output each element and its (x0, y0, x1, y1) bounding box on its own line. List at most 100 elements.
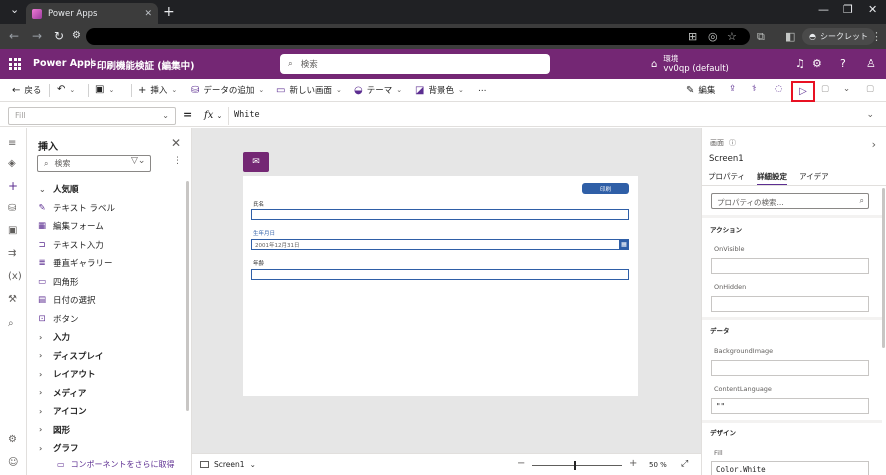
tab-list-icon[interactable]: ⌄ (10, 3, 19, 16)
birthdate-picker[interactable]: 2001年12月31日 (251, 239, 621, 250)
insert-category[interactable]: › 入力 (27, 328, 185, 347)
brand-name[interactable]: Power Apps (33, 58, 96, 69)
insert-category[interactable]: › 図形 (27, 421, 185, 440)
publish-icon[interactable]: ▢ (866, 84, 874, 94)
save-icon[interactable]: ▢ (821, 84, 829, 94)
insert-item[interactable]: ⊡ ボタン (27, 310, 185, 329)
help-icon[interactable]: ⓘ (729, 138, 736, 148)
extensions-icon[interactable]: ⧉ (757, 30, 765, 44)
edit-button[interactable]: ✎ 編集 (686, 84, 715, 97)
new-screen-button[interactable]: ▭ 新しい画面 ⌄ (276, 84, 342, 97)
add-comment-button[interactable]: ✉ (243, 152, 269, 172)
backgroundimage-input[interactable] (711, 360, 869, 376)
bookmark-star-icon[interactable]: ☆ (727, 30, 737, 43)
onvisible-input[interactable] (711, 258, 869, 274)
tree-view-icon[interactable]: ≡ (8, 138, 16, 149)
name-input[interactable] (251, 209, 629, 220)
insert-category[interactable]: › メディア (27, 384, 185, 403)
function-picker[interactable]: fx ⌄ (198, 107, 230, 125)
property-dropdown[interactable]: Fill ⌄ (8, 107, 176, 125)
back-arrow-icon[interactable]: ← (9, 29, 19, 43)
insert-pane-scrollbar[interactable] (186, 181, 189, 411)
app-checker-icon[interactable]: ⚕ (752, 84, 757, 94)
insert-item[interactable]: ▤ 日付の選択 (27, 291, 185, 310)
layers-icon[interactable]: ◈ (8, 158, 16, 169)
close-icon[interactable]: ✕ (171, 136, 181, 150)
add-data-button[interactable]: ⛁ データの追加 ⌄ (191, 84, 264, 97)
insert-category[interactable]: › レイアウト (27, 365, 185, 384)
background-color-button[interactable]: ◪ 背景色 ⌄ (415, 84, 464, 97)
zoom-in-button[interactable]: + (629, 458, 637, 469)
save-options-chevron-icon[interactable]: ⌄ (843, 84, 850, 94)
insert-item[interactable]: ▦ 編集フォーム (27, 217, 185, 236)
filter-icon[interactable]: ▽⌄ (131, 156, 145, 166)
environment-picker[interactable]: ⌂ 環境 vv0qp (default) (651, 54, 729, 74)
properties-scrollbar[interactable] (882, 188, 885, 348)
notifications-bell-icon[interactable]: ♫ (795, 57, 805, 70)
app-screen[interactable]: 印刷 氏名 生年月日 2001年12月31日 ▦ 年齢 (243, 176, 638, 396)
tab-advanced[interactable]: 詳細設定 (757, 171, 788, 186)
fill-input[interactable]: Color.White (711, 461, 869, 475)
browser-menu-icon[interactable]: ⋮ (871, 30, 882, 43)
translate-icon[interactable]: ⊞ (688, 30, 697, 43)
automate-icon[interactable]: ⇉ (8, 248, 16, 259)
incognito-badge[interactable]: ◓ シークレット (802, 28, 875, 45)
undo-button[interactable]: ↶ ⌄ (57, 84, 75, 95)
preview-play-button[interactable]: ▷ (791, 81, 815, 102)
insert-category[interactable]: › グラフ (27, 439, 185, 458)
fit-to-window-icon[interactable]: ⤢ (681, 459, 688, 469)
tab-properties[interactable]: プロパティ (708, 171, 745, 186)
insert-category[interactable]: › ディスプレイ (27, 347, 185, 366)
onhidden-input[interactable] (711, 296, 869, 312)
minimize-icon[interactable]: — (818, 3, 829, 16)
account-icon[interactable]: ♙ (866, 57, 876, 70)
media-icon[interactable]: ▣ (8, 225, 17, 236)
search-icon[interactable]: ⌕ (8, 318, 14, 329)
share-icon[interactable]: ⇪ (729, 84, 736, 94)
age-input[interactable] (251, 269, 629, 280)
more-commands-button[interactable]: … (478, 84, 487, 94)
insert-item[interactable]: ≣ 垂直ギャラリー (27, 254, 185, 273)
get-more-components-link[interactable]: ▭ コンポーネントをさらに取得 (57, 459, 175, 470)
tools-icon[interactable]: ⚒ (8, 294, 17, 305)
tab-ideas[interactable]: アイデア (799, 171, 829, 186)
insert-item[interactable]: ⊐ テキスト入力 (27, 236, 185, 255)
eye-off-icon[interactable]: ◎ (708, 30, 718, 43)
new-tab-button[interactable]: + (163, 4, 175, 20)
tab-close-icon[interactable]: ✕ (144, 9, 152, 19)
global-search-input[interactable]: ⌕ 検索 (280, 54, 550, 74)
contentlanguage-input[interactable]: "" (711, 398, 869, 414)
zoom-slider-track[interactable] (532, 465, 622, 466)
paste-button[interactable]: ▣ ⌄ (95, 84, 114, 95)
insert-item[interactable]: ▭ 四角形 (27, 273, 185, 292)
insert-plus-icon[interactable]: + (8, 179, 18, 193)
print-button[interactable]: 印刷 (582, 183, 629, 194)
more-options-icon[interactable]: ⋮ (173, 156, 182, 166)
insert-category[interactable]: › アイコン (27, 402, 185, 421)
app-launcher-icon[interactable] (9, 58, 21, 70)
back-button[interactable]: ← 戻る (12, 84, 41, 97)
side-panel-icon[interactable]: ◧ (785, 30, 795, 43)
theme-button[interactable]: ◒ テーマ ⌄ (354, 84, 402, 97)
collapse-pane-chevron-icon[interactable]: › (872, 138, 876, 151)
insert-button[interactable]: + 挿入 ⌄ (138, 84, 177, 97)
zoom-slider-thumb[interactable] (574, 461, 576, 470)
site-info-icon[interactable]: ⚙ (72, 30, 81, 41)
expand-formula-chevron-icon[interactable]: ⌄ (866, 110, 874, 120)
insert-item[interactable]: ✎ テキスト ラベル (27, 199, 185, 218)
variables-icon[interactable]: (x) (8, 271, 22, 282)
maximize-icon[interactable]: ❐ (843, 3, 853, 16)
calendar-icon[interactable]: ▦ (619, 239, 629, 250)
help-icon[interactable]: ? (840, 57, 846, 70)
insert-category[interactable]: ⌄ 人気順 (27, 180, 185, 199)
property-search-input[interactable]: プロパティの検索... ⌕ (711, 193, 869, 209)
settings-gear-icon[interactable]: ⚙ (8, 434, 17, 445)
address-bar[interactable] (86, 28, 750, 45)
data-icon[interactable]: ⛁ (8, 203, 16, 214)
zoom-out-button[interactable]: − (517, 458, 525, 469)
forward-arrow-icon[interactable]: → (32, 29, 42, 43)
virtual-agent-icon[interactable]: ☺ (8, 457, 18, 468)
close-window-icon[interactable]: ✕ (868, 3, 877, 16)
browser-tab[interactable]: Power Apps ✕ (26, 3, 158, 24)
comments-icon[interactable]: ◌ (775, 84, 782, 94)
